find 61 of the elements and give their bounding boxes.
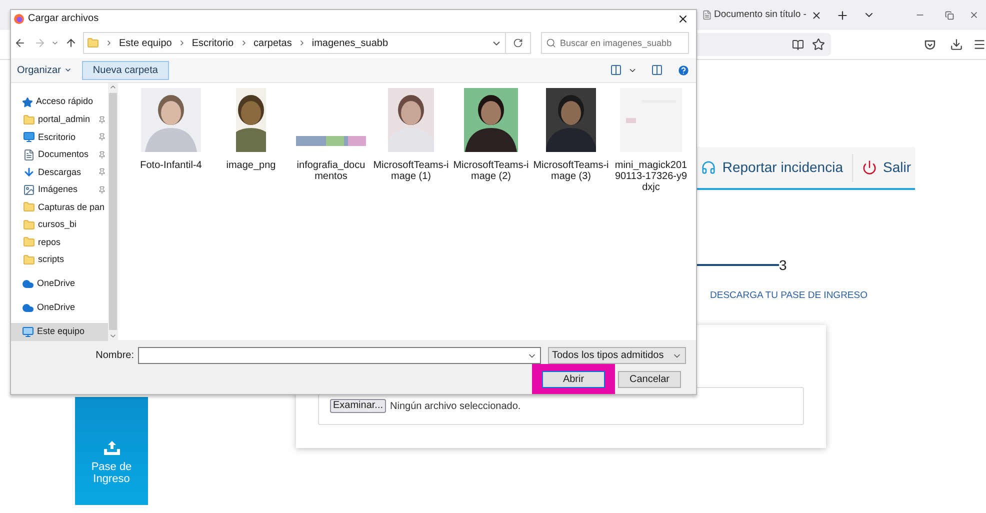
nav-label: cursos_bi (38, 218, 77, 231)
search-field[interactable]: Buscar en imagenes_suabb (541, 32, 689, 54)
file-item[interactable]: image_png (211, 88, 291, 171)
open-button[interactable]: Abrir (542, 370, 605, 388)
nav-item[interactable]: scripts (11, 251, 108, 268)
step-number: 3 (779, 258, 787, 272)
nav-item[interactable]: Escritorio (11, 128, 108, 146)
file-name: image_png (225, 160, 277, 171)
nav-label: OneDrive (37, 276, 76, 290)
file-item[interactable]: Foto-Infantil-4 (131, 88, 211, 171)
cancel-button[interactable]: Cancelar (618, 370, 681, 388)
nav-item[interactable]: Imágenes (11, 181, 108, 198)
nav-item[interactable]: cursos_bi (11, 216, 108, 234)
nav-label: Documentos (38, 148, 89, 161)
nav-item[interactable]: Este equipo (11, 322, 108, 340)
file-name: Foto-Infantil-4 (139, 160, 203, 171)
new-folder-button[interactable]: Nueva carpeta (82, 60, 169, 80)
tile-label: Pase de Ingreso (90, 461, 133, 486)
nav-item[interactable]: OneDrive (11, 298, 108, 316)
file-item[interactable]: MicrosoftTeams-image (2) (451, 88, 531, 182)
filename-label: Nombre: (94, 349, 134, 363)
nav-item[interactable]: portal_admin (11, 111, 108, 128)
nav-item[interactable]: repos (11, 234, 108, 251)
file-type-select[interactable]: Todos los tipos admitidos (548, 347, 686, 364)
nav-label: Escritorio (38, 130, 76, 144)
file-item[interactable]: mini_magick20190113-17326-y9dxjc (611, 88, 691, 193)
file-name: mini_magick20190113-17326-y9dxjc (614, 160, 688, 193)
dialog-title: Cargar archivos (28, 12, 99, 26)
nav-label: Descargas (38, 166, 82, 179)
nav-label: OneDrive (37, 300, 76, 314)
nav-item[interactable]: Capturas de pan (11, 198, 108, 216)
step-label: DESCARGA TU PASE DE INGRESO (710, 289, 868, 303)
file-name: MicrosoftTeams-image (3) (533, 160, 609, 182)
file-name: infografia_documentos (296, 160, 366, 182)
nav-label: Capturas de pan (38, 200, 105, 214)
nav-label: Acceso rápido (36, 95, 94, 108)
file-name: MicrosoftTeams-image (2) (453, 160, 529, 182)
header-link[interactable]: Salir (862, 157, 911, 178)
breadcrumb-item[interactable]: carpetas (254, 36, 292, 51)
nav-label: portal_admin (38, 113, 90, 126)
tab-title[interactable]: Documento sin título - (714, 8, 806, 22)
organize-menu[interactable]: Organizar (17, 62, 72, 78)
nav-item[interactable]: Acceso rápido (11, 93, 108, 111)
file-item[interactable]: MicrosoftTeams-image (3) (531, 88, 611, 182)
nav-item[interactable]: OneDrive (11, 274, 108, 292)
breadcrumb-item[interactable]: Escritorio (192, 36, 234, 51)
nav-label: repos (38, 236, 61, 249)
header-link[interactable]: Reportar incidencia (701, 157, 843, 178)
browse-button[interactable]: Examinar... (330, 399, 386, 414)
file-name: MicrosoftTeams-image (1) (373, 160, 449, 182)
nav-item[interactable]: Descargas (11, 164, 108, 181)
nav-item[interactable]: Documentos (11, 146, 108, 164)
address-bar[interactable]: Este equipo Escritorio carpetas imagenes_suabb (83, 32, 506, 54)
file-item[interactable]: infografia_documentos (291, 88, 371, 182)
file-status: Ningún archivo seleccionado. (390, 400, 521, 414)
breadcrumb-item[interactable]: imagenes_suabb (312, 36, 388, 51)
breadcrumb-item[interactable]: Este equipo (119, 36, 172, 51)
nav-label: Este equipo (37, 324, 85, 338)
file-item[interactable]: MicrosoftTeams-image (1) (371, 88, 451, 182)
nav-label: scripts (38, 253, 64, 266)
nav-label: Imágenes (38, 183, 78, 196)
